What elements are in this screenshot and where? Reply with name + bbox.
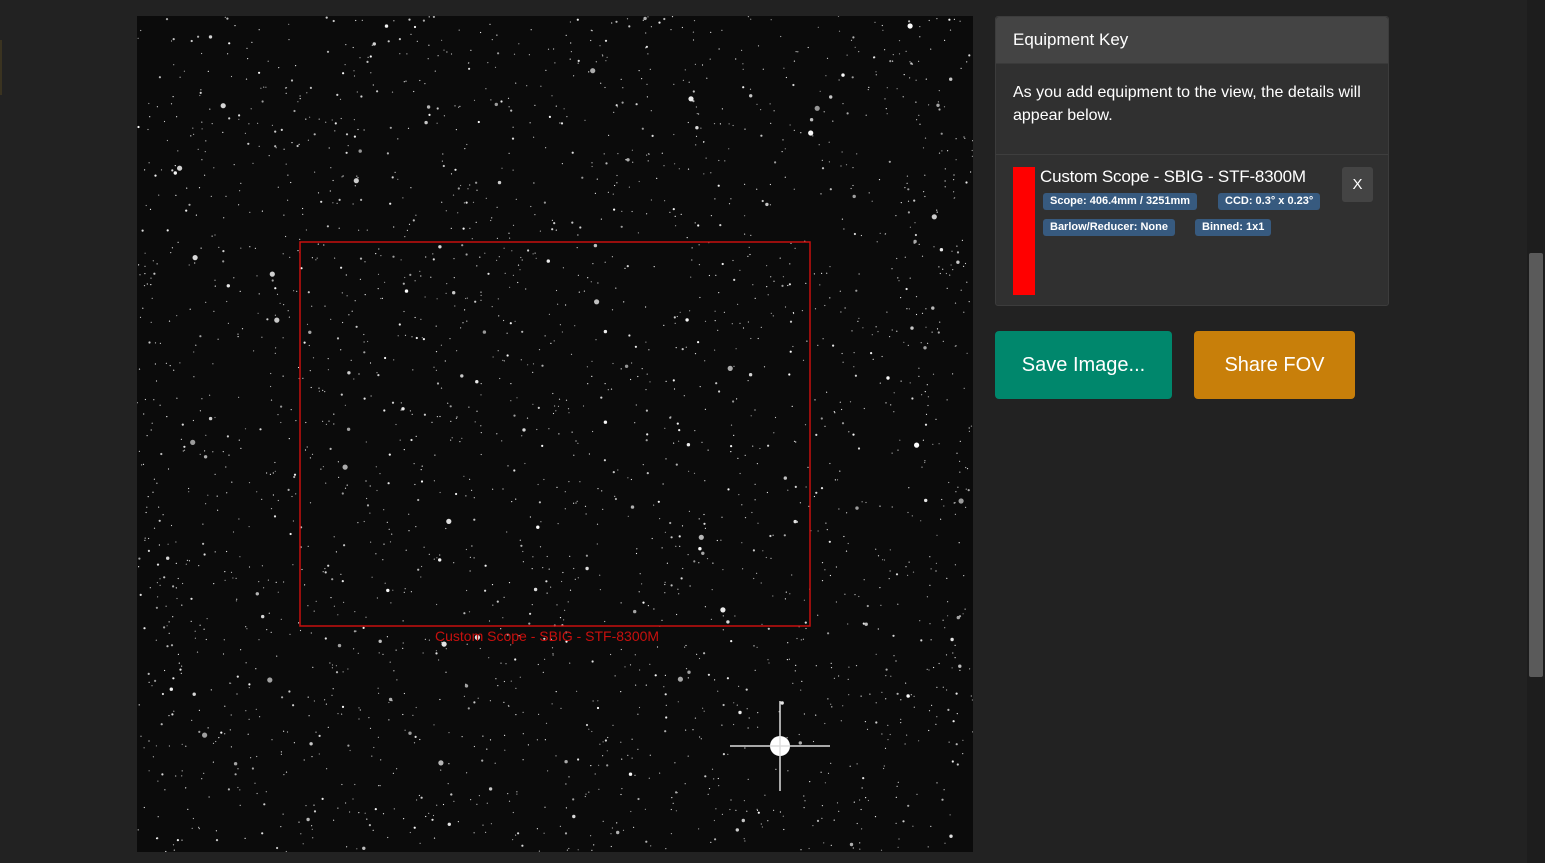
share-fov-button[interactable]: Share FOV <box>1194 331 1355 399</box>
fov-label: Custom Scope - SBIG - STF-8300M <box>435 628 660 644</box>
save-image-button[interactable]: Save Image... <box>995 331 1172 399</box>
remove-equipment-button[interactable]: X <box>1342 167 1373 202</box>
starfield-image: Custom Scope - SBIG - STF-8300M <box>137 16 973 852</box>
panel-title: Equipment Key <box>996 17 1388 64</box>
scrollbar-thumb[interactable] <box>1529 253 1543 677</box>
fov-rectangle <box>299 241 811 627</box>
left-edge-marker <box>0 40 2 95</box>
star-chart <box>137 16 973 852</box>
barlow-badge: Barlow/Reducer: None <box>1043 219 1175 236</box>
equipment-key-panel: Equipment Key As you add equipment to th… <box>995 16 1389 306</box>
binned-badge: Binned: 1x1 <box>1195 219 1272 236</box>
panel-intro-text: As you add equipment to the view, the de… <box>996 64 1388 155</box>
equipment-item: Custom Scope - SBIG - STF-8300M Scope: 4… <box>996 155 1388 305</box>
ccd-badge: CCD: 0.3° x 0.23° <box>1218 193 1321 210</box>
scope-badge: Scope: 406.4mm / 3251mm <box>1043 193 1198 210</box>
equipment-name: Custom Scope - SBIG - STF-8300M <box>1040 167 1306 186</box>
color-swatch <box>1013 167 1035 295</box>
